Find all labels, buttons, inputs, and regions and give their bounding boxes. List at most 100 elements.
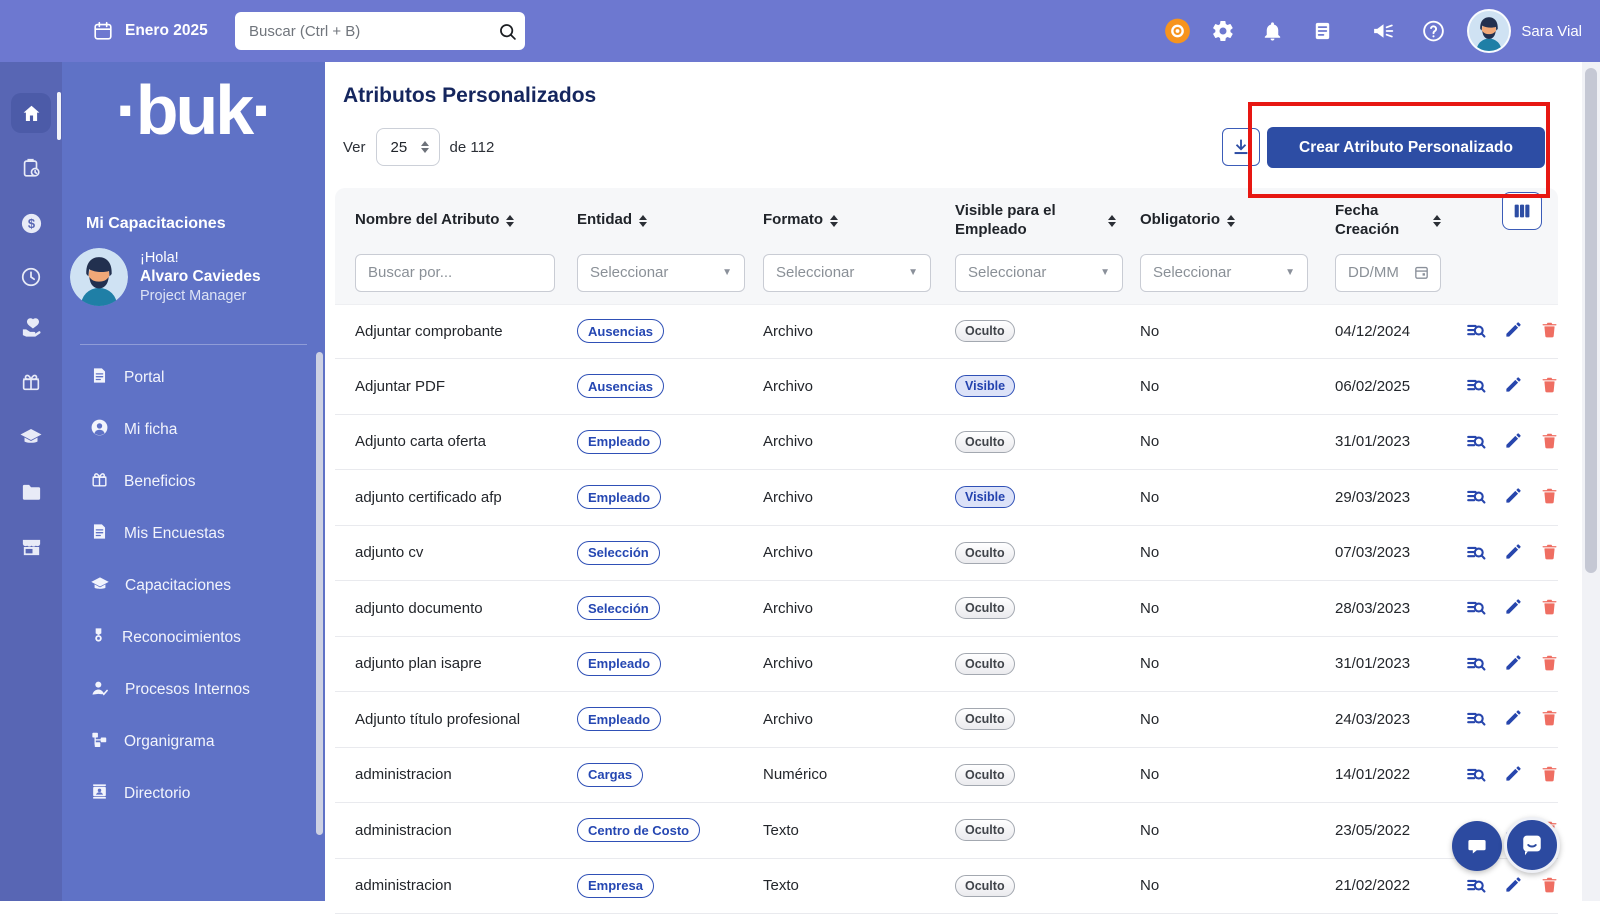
view-details-icon[interactable] xyxy=(1465,542,1487,564)
sidebar-user-name: Alvaro Caviedes xyxy=(140,268,261,286)
sidebar-item-directorio[interactable]: Directorio xyxy=(62,768,325,820)
visibility-badge: Oculto xyxy=(955,653,1015,675)
sidebar-item-mi-ficha[interactable]: Mi ficha xyxy=(62,404,325,456)
delete-icon[interactable] xyxy=(1540,542,1559,564)
view-details-icon[interactable] xyxy=(1465,597,1487,619)
column-header-nombre[interactable]: Nombre del Atributo xyxy=(355,211,577,230)
edit-icon[interactable] xyxy=(1504,708,1523,730)
payroll-dollar-icon[interactable]: $ xyxy=(0,201,62,245)
created-date: 24/03/2023 xyxy=(1335,711,1465,728)
filter-visible-select[interactable]: Seleccionar▼ xyxy=(955,254,1123,292)
support-chat-button[interactable] xyxy=(1504,817,1560,873)
create-attribute-button[interactable]: Crear Atributo Personalizado xyxy=(1267,127,1545,168)
wellness-hand-heart-icon[interactable] xyxy=(0,305,62,349)
help-icon[interactable] xyxy=(1421,19,1446,44)
announcements-megaphone-icon[interactable] xyxy=(1371,19,1396,44)
column-settings-button[interactable] xyxy=(1502,192,1542,230)
page-title: Atributos Personalizados xyxy=(343,84,596,108)
marketplace-store-icon[interactable] xyxy=(0,525,62,569)
filter-date-input[interactable]: DD/MM xyxy=(1335,254,1441,292)
edit-icon[interactable] xyxy=(1504,375,1523,397)
download-button[interactable] xyxy=(1222,128,1260,166)
visibility-badge: Oculto xyxy=(955,708,1015,730)
sidebar-item-beneficios[interactable]: Beneficios xyxy=(62,456,325,508)
column-header-formato[interactable]: Formato xyxy=(763,211,955,230)
filter-entidad-select[interactable]: Seleccionar▼ xyxy=(577,254,745,292)
edit-icon[interactable] xyxy=(1504,542,1523,564)
scrollbar-thumb[interactable] xyxy=(1585,68,1597,573)
column-header-entidad[interactable]: Entidad xyxy=(577,211,763,230)
hamburger-menu-icon[interactable] xyxy=(28,20,56,42)
notifications-bell-icon[interactable] xyxy=(1261,20,1284,43)
edit-icon[interactable] xyxy=(1504,320,1523,342)
chevron-down-icon: ▼ xyxy=(1285,267,1295,278)
settings-gear-icon[interactable] xyxy=(1211,19,1235,43)
edit-icon[interactable] xyxy=(1504,597,1523,619)
page-size-select[interactable]: 25 xyxy=(376,128,440,166)
view-details-icon[interactable] xyxy=(1465,875,1487,897)
edit-icon[interactable] xyxy=(1504,875,1523,897)
documents-folder-icon[interactable] xyxy=(0,470,62,514)
delete-icon[interactable] xyxy=(1540,375,1559,397)
org-chart-icon xyxy=(90,730,109,754)
sidebar-scrollbar[interactable] xyxy=(316,352,323,835)
delete-icon[interactable] xyxy=(1540,708,1559,730)
view-details-icon[interactable] xyxy=(1465,486,1487,508)
rail-scrollbar[interactable] xyxy=(57,92,61,140)
greeting: ¡Hola! xyxy=(140,250,261,266)
edit-icon[interactable] xyxy=(1504,431,1523,453)
delete-icon[interactable] xyxy=(1540,320,1559,342)
filter-row: Seleccionar▼ Seleccionar▼ Seleccionar▼ S… xyxy=(355,254,1558,292)
attribute-name: adjunto cv xyxy=(355,544,577,561)
delete-icon[interactable] xyxy=(1540,875,1559,897)
notification-target-icon[interactable] xyxy=(1164,18,1191,45)
period-selector[interactable]: Enero 2025 xyxy=(92,0,208,62)
filter-name-input[interactable] xyxy=(355,254,555,292)
column-header-visible[interactable]: Visible para el Empleado xyxy=(955,202,1140,240)
home-icon[interactable] xyxy=(11,93,51,133)
page-scrollbar[interactable] xyxy=(1582,62,1600,901)
sidebar-item-procesos-internos[interactable]: Procesos Internos xyxy=(62,664,325,716)
tasks-clipboard-icon[interactable] xyxy=(0,146,62,190)
format-value: Texto xyxy=(763,877,955,894)
view-details-icon[interactable] xyxy=(1465,375,1487,397)
sidebar: ·buk· Mi Capacitaciones ¡Hola! Alvaro Ca… xyxy=(62,62,325,901)
column-header-obligatorio[interactable]: Obligatorio xyxy=(1140,211,1335,230)
delete-icon[interactable] xyxy=(1540,764,1559,786)
attribute-name: adjunto certificado afp xyxy=(355,489,577,506)
benefits-gift-icon[interactable] xyxy=(0,360,62,404)
sidebar-item-reconocimientos[interactable]: Reconocimientos xyxy=(62,612,325,664)
view-details-icon[interactable] xyxy=(1465,708,1487,730)
global-search-input[interactable] xyxy=(235,23,489,40)
edit-icon[interactable] xyxy=(1504,486,1523,508)
sort-icon xyxy=(639,215,647,227)
edit-icon[interactable] xyxy=(1504,764,1523,786)
delete-icon[interactable] xyxy=(1540,653,1559,675)
time-clock-icon[interactable] xyxy=(0,255,62,299)
filter-obligatorio-select[interactable]: Seleccionar▼ xyxy=(1140,254,1308,292)
table-header: Nombre del Atributo Entidad Formato Visi… xyxy=(335,188,1558,304)
news-icon[interactable] xyxy=(1311,20,1334,43)
visibility-badge: Oculto xyxy=(955,320,1015,342)
delete-icon[interactable] xyxy=(1540,431,1559,453)
column-header-fecha[interactable]: Fecha Creación xyxy=(1335,202,1465,240)
sidebar-user-card[interactable]: ¡Hola! Alvaro Caviedes Project Manager xyxy=(70,248,261,306)
sidebar-item-mis-encuestas[interactable]: Mis Encuestas xyxy=(62,508,325,560)
view-details-icon[interactable] xyxy=(1465,320,1487,342)
sidebar-item-portal[interactable]: Portal xyxy=(62,352,325,404)
training-graduation-cap-icon[interactable] xyxy=(0,415,62,459)
sidebar-item-capacitaciones[interactable]: Capacitaciones xyxy=(62,560,325,612)
delete-icon[interactable] xyxy=(1540,486,1559,508)
entity-badge: Centro de Costo xyxy=(577,818,700,842)
sidebar-item-organigrama[interactable]: Organigrama xyxy=(62,716,325,768)
user-menu[interactable]: Sara Vial xyxy=(1467,0,1582,62)
page-size-control: Ver 25 de 112 xyxy=(343,128,494,166)
delete-icon[interactable] xyxy=(1540,597,1559,619)
view-details-icon[interactable] xyxy=(1465,653,1487,675)
chat-bubble-button[interactable] xyxy=(1452,821,1502,871)
view-details-icon[interactable] xyxy=(1465,431,1487,453)
search-icon[interactable] xyxy=(489,21,525,42)
edit-icon[interactable] xyxy=(1504,653,1523,675)
filter-formato-select[interactable]: Seleccionar▼ xyxy=(763,254,931,292)
view-details-icon[interactable] xyxy=(1465,764,1487,786)
